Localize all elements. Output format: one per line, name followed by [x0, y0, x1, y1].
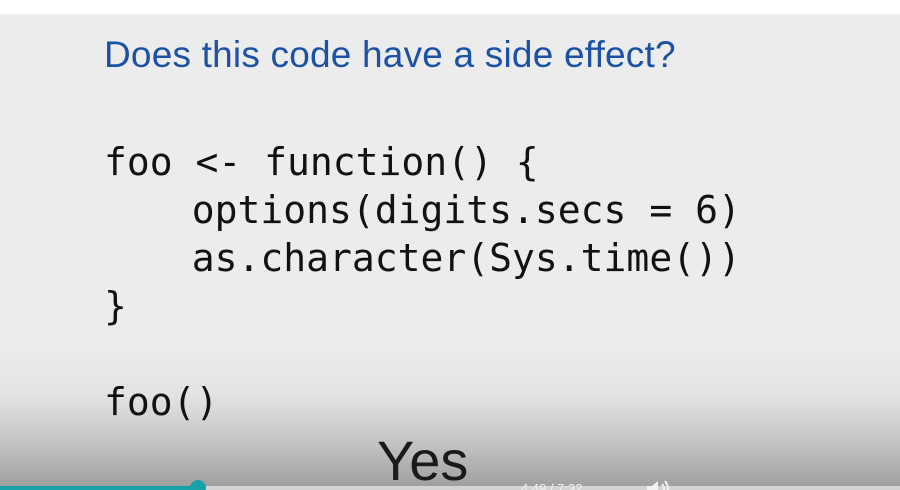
progress-played — [0, 486, 198, 490]
video-frame: Does this code have a side effect? foo <… — [0, 0, 900, 490]
lecture-slide: Does this code have a side effect? foo <… — [0, 14, 900, 490]
code-line-5: foo() — [104, 380, 219, 424]
code-line-2: options(digits.secs = 6) — [146, 188, 741, 232]
time-display: 4:49 / 7:32 — [521, 481, 583, 490]
volume-icon-graphic — [647, 480, 669, 490]
progress-scrubber-handle[interactable] — [190, 480, 206, 490]
subtitle-caption: Yes — [377, 429, 469, 490]
progress-bar[interactable] — [0, 480, 900, 490]
volume-icon[interactable] — [644, 478, 674, 490]
code-line-1: foo <- function() { — [104, 140, 539, 184]
code-line-4: } — [104, 284, 127, 328]
slide-title: Does this code have a side effect? — [104, 34, 676, 75]
code-line-3: as.character(Sys.time()) — [146, 236, 741, 280]
